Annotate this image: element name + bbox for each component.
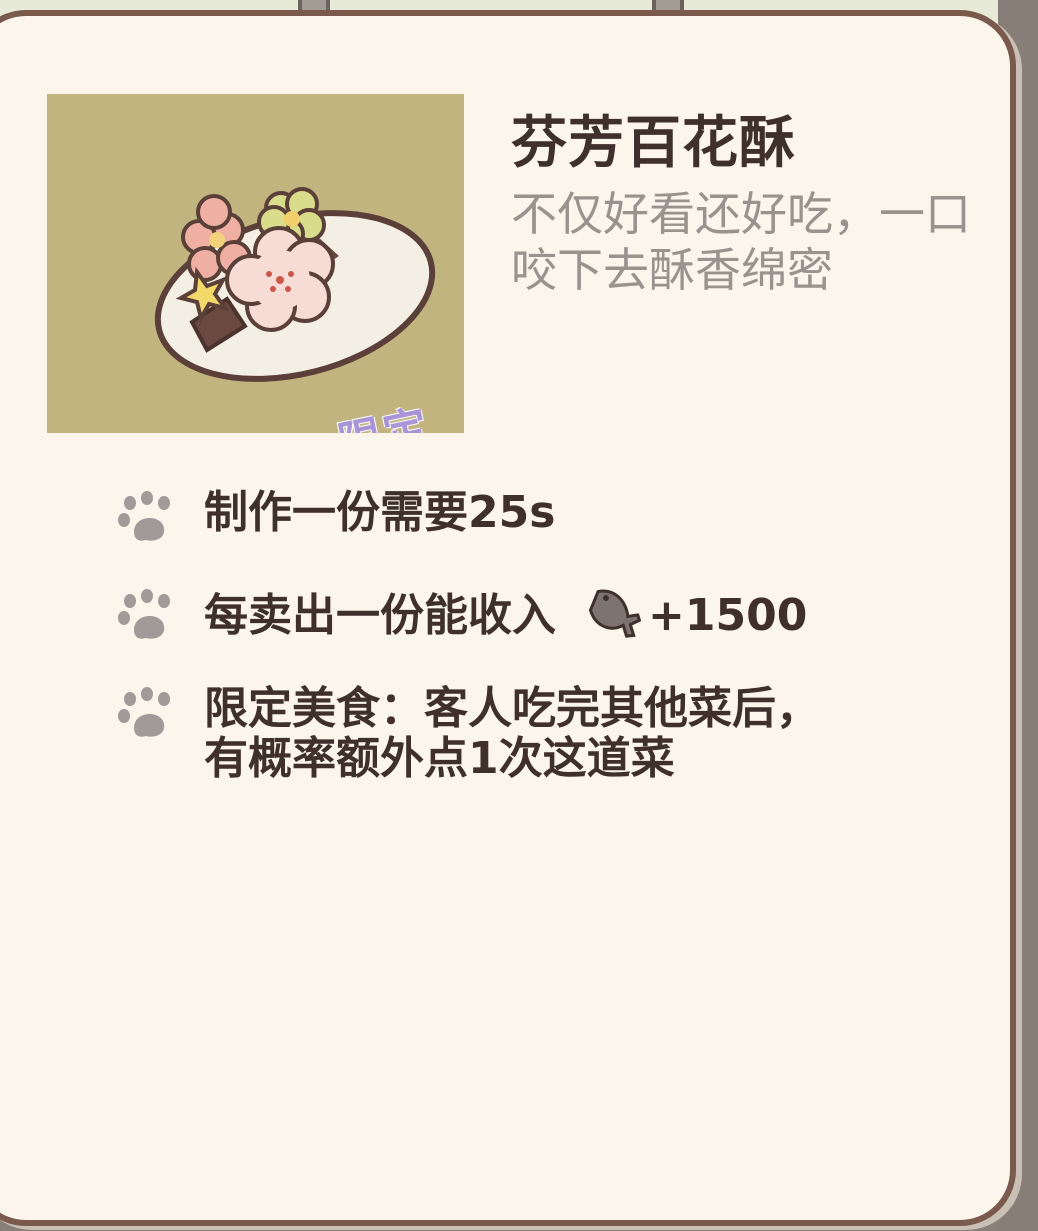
paw-icon xyxy=(118,687,170,737)
info-row-limited: 限定美食：客人吃完其他菜后， 有概率额外点1次这道菜 xyxy=(116,684,820,784)
dish-info-card: 限定 芬芳百花酥 不仅好看还好吃，一口 咬下去酥香绵密 制作一份需要25s 每卖… xyxy=(0,10,1016,1226)
paw-icon xyxy=(118,491,170,541)
limited-food-line: 限定美食：客人吃完其他菜后， xyxy=(204,683,820,734)
income-label: 每卖出一份能收入 xyxy=(204,590,556,641)
description-line: 不仅好看还好吃，一口 xyxy=(511,187,971,241)
income-text: 每卖出一份能收入 +1500 xyxy=(204,586,807,641)
cook-time-text: 制作一份需要25s xyxy=(204,487,556,538)
fish-icon xyxy=(588,589,642,638)
pastry-icon xyxy=(154,187,436,382)
info-row-income: 每卖出一份能收入 +1500 xyxy=(116,586,807,642)
limited-food-line: 有概率额外点1次这道菜 xyxy=(204,733,675,784)
paw-icon xyxy=(118,589,170,639)
dish-description: 不仅好看还好吃，一口 咬下去酥香绵密 xyxy=(511,186,1011,298)
income-value: +1500 xyxy=(648,590,808,641)
dish-thumbnail: 限定 xyxy=(47,94,464,433)
description-line: 咬下去酥香绵密 xyxy=(511,243,833,297)
limited-food-text: 限定美食：客人吃完其他菜后， 有概率额外点1次这道菜 xyxy=(204,684,820,784)
dish-title: 芬芳百花酥 xyxy=(511,111,796,176)
info-row-cook-time: 制作一份需要25s xyxy=(116,488,555,544)
